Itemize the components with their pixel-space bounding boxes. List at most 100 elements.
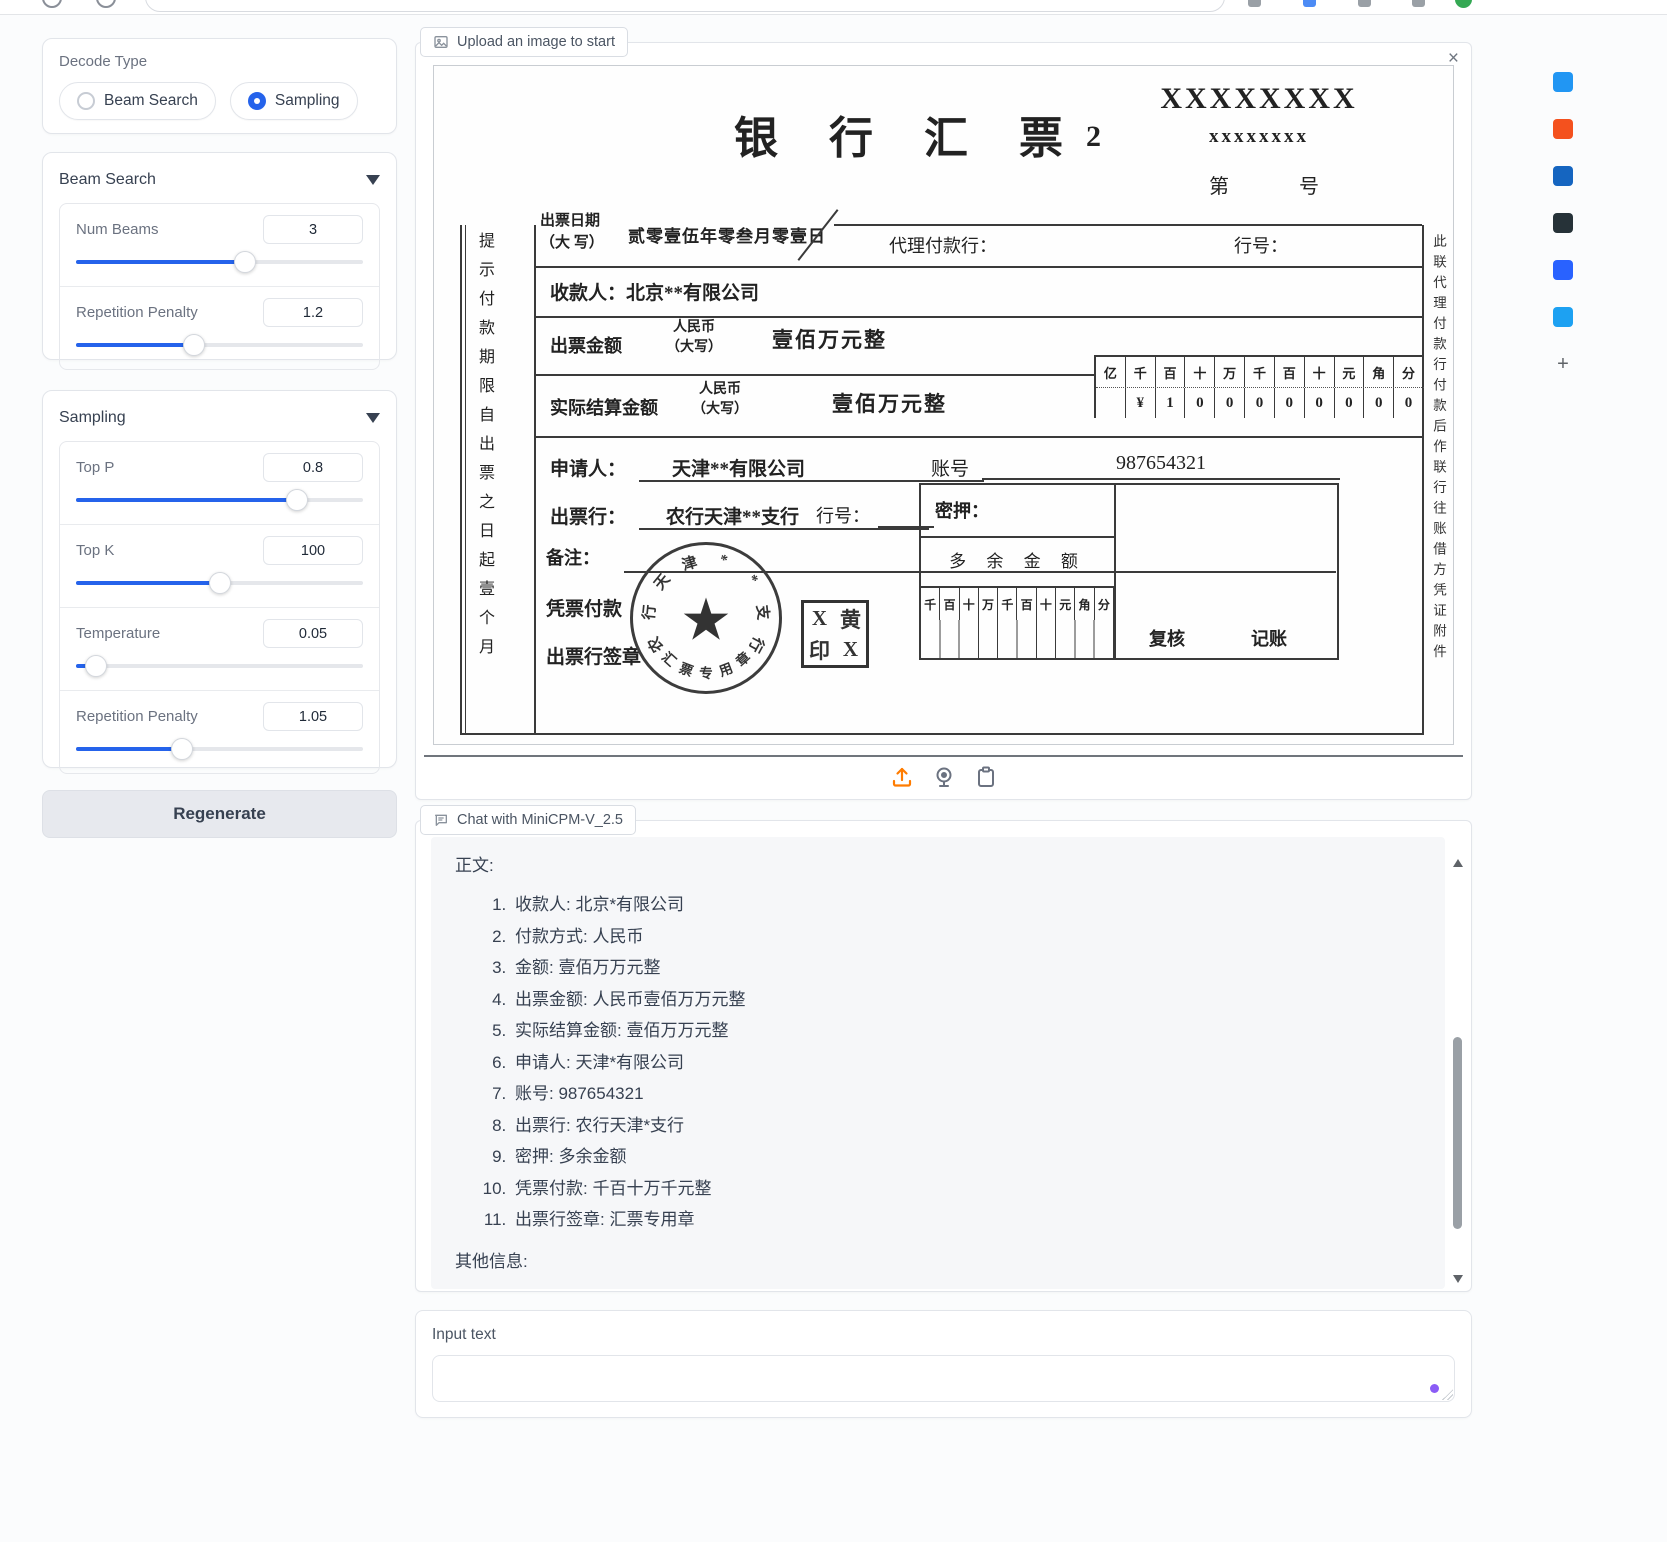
surplus-header-cell: 千: [998, 588, 1017, 620]
webcam-icon[interactable]: [932, 765, 956, 789]
seal-char: 黄: [835, 603, 866, 634]
profile-avatar[interactable]: [1455, 0, 1472, 8]
slider-knob[interactable]: [209, 572, 231, 594]
chat-list-item: 金额: 壹佰万万元整: [511, 952, 1435, 984]
chat-list-item: 出票行: 农行天津*支行: [511, 1110, 1435, 1142]
digit-header-cell: 角: [1364, 357, 1394, 387]
digit-value-cell: 0: [1335, 388, 1365, 418]
top-k-value[interactable]: 100: [263, 536, 363, 565]
num-beams-value[interactable]: 3: [263, 215, 363, 244]
address-bar[interactable]: [145, 0, 1225, 12]
bookmark-icon-4[interactable]: [1553, 213, 1573, 233]
chat-other-heading: 其他信息:: [455, 1247, 1435, 1277]
draft-sign-label: 出票行签章: [546, 642, 641, 669]
digit-value-cell: 0: [1215, 388, 1245, 418]
beam-search-accordion-header[interactable]: Beam Search: [59, 167, 380, 193]
slider-knob[interactable]: [171, 738, 193, 760]
draft-agent-bank-label: 代理付款行：: [889, 232, 997, 258]
draft-right-vertical-text: 此联代理付款行付款后作联行往账借方凭证附件: [1428, 234, 1448, 714]
image-upload-panel: Upload an image to start × XXXXXXXX xxxx…: [415, 42, 1472, 800]
digit-value-cell: [1096, 388, 1126, 418]
radio-beam-search[interactable]: Beam Search: [59, 82, 216, 120]
top-k-slider[interactable]: [76, 572, 363, 594]
beam-repetition-penalty-value[interactable]: 1.2: [263, 298, 363, 327]
paste-icon[interactable]: [974, 765, 998, 789]
scroll-down-icon[interactable]: [1453, 1275, 1463, 1283]
slider-knob[interactable]: [286, 489, 308, 511]
star-icon: ★: [680, 591, 732, 649]
digit-header-cell: 百: [1156, 357, 1186, 387]
extension-icon-3[interactable]: [1358, 0, 1371, 7]
digit-value-cell: 0: [1364, 388, 1394, 418]
slider-knob[interactable]: [85, 655, 107, 677]
scroll-up-icon[interactable]: [1453, 859, 1463, 867]
chat-panel: Chat with MiniCPM-V_2.5 正文: 收款人: 北京*有限公司…: [415, 820, 1472, 1292]
draft-settle-label: 实际结算金额: [550, 394, 658, 420]
temperature-value[interactable]: 0.05: [263, 619, 363, 648]
chat-other-fields: 第号: XXXXXX: [521, 1285, 1435, 1290]
surplus-header-cell: 分: [1095, 588, 1114, 620]
radio-sampling-label: Sampling: [275, 92, 340, 110]
image-icon: [433, 34, 449, 50]
draft-settle-value: 壹佰万元整: [832, 388, 947, 418]
radio-selected-icon: [248, 92, 266, 110]
draft-number-line: 第号: [1209, 170, 1319, 199]
draft-remark-label: 备注：: [546, 544, 600, 570]
bookmark-icon-1[interactable]: [1553, 72, 1573, 92]
top-p-label: Top P: [76, 459, 114, 476]
extension-icon-2[interactable]: [1303, 0, 1316, 7]
bank-stamp: 农行天津**支行 汇票专用章 ★: [630, 542, 782, 694]
upload-icon[interactable]: [890, 765, 914, 789]
draft-serial-small: xxxxxxxx: [1094, 126, 1424, 148]
temperature-slider[interactable]: [76, 655, 363, 677]
digit-header-cell: 分: [1394, 357, 1424, 387]
sampling-repetition-penalty-param: Repetition Penalty 1.05: [60, 690, 379, 773]
top-p-value[interactable]: 0.8: [263, 453, 363, 482]
add-bookmark-icon[interactable]: +: [1557, 354, 1569, 374]
beam-repetition-penalty-slider[interactable]: [76, 334, 363, 356]
slider-knob[interactable]: [234, 251, 256, 273]
regenerate-button[interactable]: Regenerate: [42, 790, 397, 838]
top-p-slider[interactable]: [76, 489, 363, 511]
sampling-title: Sampling: [59, 409, 126, 427]
slider-knob[interactable]: [183, 334, 205, 356]
image-panel-tab-label: Upload an image to start: [457, 34, 615, 50]
draft-amount-digit-table: 亿千百十万千百十元角分 ¥100000000: [1094, 355, 1424, 418]
draft-surplus-title: 多 余 金 额: [921, 547, 1114, 572]
bookmark-icon-2[interactable]: [1553, 119, 1573, 139]
extension-icon-4[interactable]: [1412, 0, 1425, 7]
seal-char: X: [835, 634, 866, 665]
draft-pay-on-sight: 凭票付款: [546, 594, 622, 621]
draft-issuer-value: 农行天津**支行: [666, 502, 799, 529]
browser-back-icon[interactable]: [42, 0, 62, 8]
draft-applicant-label: 申请人：: [550, 454, 626, 481]
num-beams-slider[interactable]: [76, 251, 363, 273]
digit-header-cell: 元: [1335, 357, 1365, 387]
input-textbox[interactable]: [432, 1355, 1455, 1402]
draft-rmb-caps: 人民币（大写）: [666, 318, 722, 358]
extension-icon-1[interactable]: [1248, 0, 1261, 7]
draft-serial-big: XXXXXXXX: [1094, 82, 1424, 116]
draft-left-vertical-text: 提示付款期限自出票之日起壹个月: [472, 232, 496, 728]
sampling-repetition-penalty-slider[interactable]: [76, 738, 363, 760]
digit-header-cell: 千: [1245, 357, 1275, 387]
scrollbar-thumb[interactable]: [1453, 1037, 1462, 1229]
record-indicator-icon[interactable]: [1430, 1384, 1439, 1393]
chat-list-item: 出票金额: 人民币壹佰万万元整: [511, 984, 1435, 1016]
beam-search-title: Beam Search: [59, 171, 156, 189]
sampling-accordion-header[interactable]: Sampling: [59, 405, 380, 431]
surplus-header-cell: 千: [921, 588, 940, 620]
chat-scrollbar[interactable]: [1451, 859, 1465, 1283]
chat-list-item: 凭票付款: 千百十万千元整: [511, 1173, 1435, 1205]
bookmark-icon-5[interactable]: [1553, 260, 1573, 280]
bookmark-icon-6[interactable]: [1553, 307, 1573, 327]
sampling-repetition-penalty-value[interactable]: 1.05: [263, 702, 363, 731]
image-toolbar: [416, 763, 1471, 791]
image-toolbar-divider: [424, 755, 1463, 757]
chat-bubble-icon: [433, 812, 449, 828]
bookmark-icon-3[interactable]: [1553, 166, 1573, 186]
radio-sampling[interactable]: Sampling: [230, 82, 358, 120]
digit-header-cell: 十: [1305, 357, 1335, 387]
resize-handle[interactable]: [1442, 1389, 1453, 1400]
browser-apps-icon[interactable]: [96, 0, 116, 8]
